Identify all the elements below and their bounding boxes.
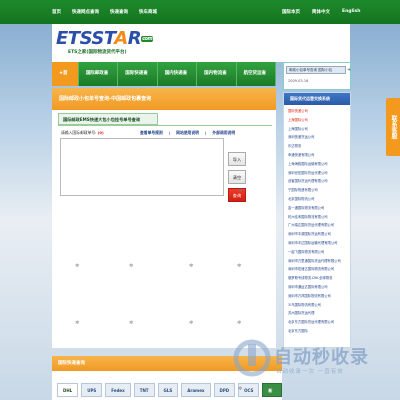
nav-air-cargo[interactable]: 航空货运查询	[237, 62, 276, 100]
watermark-subtitle: 自动收录一次 一直有效	[276, 369, 344, 375]
agent-list-title: 国际货代运营交换系统	[284, 93, 350, 105]
loading-icon: ✲	[75, 263, 80, 269]
loading-icon: ✲	[238, 188, 243, 194]
import-button[interactable]: 导入	[228, 152, 246, 166]
agent-list-item[interactable]: 金一通国际物流有限公司	[288, 204, 350, 213]
top-nav-express[interactable]: 快递查询	[110, 9, 128, 15]
tab-aramex[interactable]: Aramex	[181, 383, 211, 397]
agent-list-item[interactable]: 一起飞国际物流有限公司	[288, 248, 350, 257]
tab-tnt[interactable]: TNT	[133, 383, 155, 397]
loading-icon: ✲	[189, 320, 194, 326]
agent-list-item[interactable]: 创客国际货运代理有限公司	[288, 177, 350, 186]
agent-list-item[interactable]: 乐达物流	[288, 142, 350, 151]
loading-icon: ✲	[75, 320, 80, 326]
panel-title: 国际邮政小包单号查询-中国邮政包裹查询	[52, 88, 276, 110]
site-logo[interactable]: ETSSTARcom ETS之家(国际物流货代平台)	[56, 29, 154, 57]
tab-ups[interactable]: UPS	[81, 383, 103, 397]
link-number-rules[interactable]: 查看单号规则	[140, 130, 163, 136]
agent-list-item[interactable]: 北京东方国际	[288, 327, 350, 336]
loading-icon: ✲	[189, 263, 194, 269]
nav-domestic-express[interactable]: 国内快递查询	[158, 62, 198, 100]
top-nav-outlets[interactable]: 快递网点查询	[72, 9, 99, 15]
agent-list-item[interactable]: 杭州佳禾国际物流有限公司	[288, 213, 350, 222]
quick-track-select[interactable]: 邮政小包单号查询 国际小包	[286, 66, 346, 74]
loading-icon: ✲	[237, 320, 242, 326]
agent-list-item[interactable]: 国际快递公司	[288, 107, 350, 116]
agent-list-item[interactable]: 深圳市宏速达国际物流有限公司	[288, 265, 350, 274]
nav-home[interactable]: ★首页	[52, 62, 79, 100]
top-link-chinese[interactable]: 简体中文	[312, 9, 330, 15]
watermark: 自动秒收录 自动收录一次 一直有效	[232, 338, 392, 386]
agent-list-item[interactable]: 北京东方国际货运代理有限公司	[288, 318, 350, 327]
nav-domestic-logistics[interactable]: 国内物流查询	[197, 62, 237, 100]
tab-fedex[interactable]: Fedex	[105, 383, 131, 397]
agent-list-item[interactable]: 义乌国际物流有限公司	[288, 301, 350, 310]
link-external-api[interactable]: 外部调用说明	[212, 130, 235, 136]
agent-list-item[interactable]: 深圳市丰源国际货运有限公司	[288, 230, 350, 239]
top-bar: 首页 快递网点查询 快递查询 快车商城 国际本页 简体中文 English	[0, 0, 400, 24]
watermark-title: 自动秒收录	[274, 347, 369, 368]
watermark-logo-icon	[233, 339, 271, 377]
loading-icon: ✲	[237, 263, 242, 269]
query-button[interactable]: 查询	[228, 188, 246, 202]
input-label: 请输入国际邮政单号: (0)	[61, 130, 104, 135]
nav-intl-express[interactable]: 国际快递查询	[118, 62, 158, 100]
agent-list-item[interactable]: 深圳市万里通国际货运代理有限公司	[288, 257, 350, 266]
link-site-usage[interactable]: 网站使用说明	[176, 130, 199, 136]
customer-service-float[interactable]: 联系客服	[386, 98, 400, 156]
clear-button[interactable]: 清空	[228, 170, 246, 184]
top-link-english[interactable]: English	[342, 9, 360, 15]
agent-list-item[interactable]: 上海国际公司	[288, 125, 350, 134]
help-links: 查看单号规则 | 网站使用说明 | 外部调用说明	[140, 130, 236, 136]
tab-post-query[interactable]: 国际邮政EMS快递大包小包挂号单号查询	[58, 113, 158, 125]
top-nav-home[interactable]: 首页	[52, 9, 61, 15]
tracking-number-textarea[interactable]	[60, 138, 224, 196]
agent-list-item[interactable]: 宁国际快递有限公司	[288, 186, 350, 195]
agent-list-item[interactable]: 申通快递有限公司	[288, 151, 350, 160]
agent-list-item[interactable]: 上海海韵国际运输有限公司	[288, 160, 350, 169]
loading-icon: ✲	[129, 263, 134, 269]
agent-list: 国际快递公司 上海国际公司 上海国际公司 深圳快递货运公司 乐达物流 申通快递有限公司 上海…	[284, 105, 350, 336]
agent-list-item[interactable]: 俄罗斯专线物流-DHL全球物流	[288, 274, 350, 283]
divider	[58, 125, 272, 126]
agent-list-item[interactable]: 深圳市万邦国际物流有限公司	[288, 292, 350, 301]
agent-list-item[interactable]: 深圳市通运达国际有限公司	[288, 283, 350, 292]
date-text: 2009-03-16	[288, 79, 309, 83]
loading-icon: ✲	[238, 386, 243, 392]
nav-intl-post[interactable]: 国际邮政查询	[79, 62, 119, 100]
agent-list-item[interactable]: 北京国际物流公司	[288, 195, 350, 204]
agent-list-item[interactable]: 深圳世宏国际货运代理公司	[288, 169, 350, 178]
top-nav: 首页 快递网点查询 快递查询 快车商城	[52, 9, 157, 15]
tab-dhl[interactable]: DHL	[57, 383, 79, 397]
agent-list-item[interactable]: 深圳市丰达国际运输代理有限公司	[288, 239, 350, 248]
header: ETSSTARcom ETS之家(国际物流货代平台)	[52, 24, 350, 62]
top-link-intl[interactable]: 国际本页	[282, 9, 300, 15]
tracking-panel: 国际邮政小包单号查询-中国邮政包裹查询 国际邮政EMS快递大包小包挂号单号查询 …	[52, 88, 276, 348]
agent-list-item[interactable]: 深圳快递货运公司	[288, 133, 350, 142]
top-right-links: 国际本页 简体中文 English	[282, 9, 360, 15]
agent-list-panel: 国际货代运营交换系统 国际快递公司 上海国际公司 上海国际公司 深圳快递货运公司 乐达物…	[283, 92, 351, 348]
agent-list-item[interactable]: 苏州国际货运代理	[288, 309, 350, 318]
tab-gls[interactable]: GLS	[157, 383, 179, 397]
quick-track-box: 邮政小包单号查询 国际小包 + 2009-03-16	[283, 62, 351, 90]
agent-list-item[interactable]: 上海国际公司	[288, 116, 350, 125]
loading-icon: ✲	[129, 320, 134, 326]
plus-icon[interactable]: +	[347, 67, 351, 73]
agent-list-item[interactable]: 广州瑞达国际货运代理有限公司	[288, 221, 350, 230]
top-nav-mall[interactable]: 快车商城	[139, 9, 157, 15]
main-nav: ★首页 国际邮政查询 国际快递查询 国内快递查询 国内物流查询 航空货运查询	[52, 62, 276, 100]
